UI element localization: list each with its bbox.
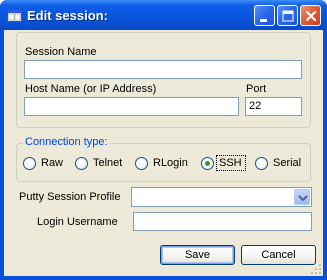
maximize-icon bbox=[282, 10, 294, 22]
radio-serial-label[interactable]: Serial bbox=[273, 157, 301, 169]
radio-rlogin-label[interactable]: RLogin bbox=[153, 157, 188, 169]
port-label: Port bbox=[246, 83, 267, 95]
dropdown-button[interactable] bbox=[294, 189, 310, 205]
radio-ssh[interactable] bbox=[201, 157, 214, 170]
window-title: Edit session: bbox=[27, 8, 108, 23]
username-label: Login Username bbox=[37, 216, 118, 228]
radio-ssh-label[interactable]: SSH bbox=[219, 157, 242, 169]
save-button[interactable]: Save bbox=[160, 245, 235, 265]
radio-checked-dot bbox=[205, 161, 210, 166]
radio-telnet[interactable] bbox=[75, 157, 88, 170]
dialog-body: Session Name Host Name (or IP Address) P… bbox=[4, 30, 323, 276]
radio-serial[interactable] bbox=[255, 157, 268, 170]
host-name-label: Host Name (or IP Address) bbox=[25, 83, 157, 95]
radio-rlogin[interactable] bbox=[135, 157, 148, 170]
username-input[interactable] bbox=[133, 212, 312, 231]
connection-type-label: Connection type: bbox=[23, 136, 110, 148]
profile-label: Putty Session Profile bbox=[19, 191, 121, 203]
close-icon bbox=[305, 10, 317, 22]
session-name-label: Session Name bbox=[25, 46, 97, 58]
close-button[interactable] bbox=[300, 5, 321, 26]
cancel-button[interactable]: Cancel bbox=[241, 245, 316, 265]
radio-raw[interactable] bbox=[23, 157, 36, 170]
minimize-button[interactable] bbox=[254, 5, 275, 26]
chevron-down-icon bbox=[298, 195, 308, 202]
radio-raw-label[interactable]: Raw bbox=[41, 157, 63, 169]
maximize-button[interactable] bbox=[277, 5, 298, 26]
dialog-window: Edit session: Session Name Host Name (or… bbox=[0, 0, 327, 280]
minimize-icon bbox=[260, 19, 267, 22]
title-bar[interactable]: Edit session: bbox=[0, 0, 327, 30]
resize-grip-icon[interactable] bbox=[310, 263, 322, 275]
session-name-input[interactable] bbox=[24, 60, 302, 79]
profile-select[interactable] bbox=[131, 187, 312, 207]
radio-telnet-label[interactable]: Telnet bbox=[93, 157, 122, 169]
host-name-input[interactable] bbox=[24, 97, 239, 116]
port-input[interactable]: 22 bbox=[245, 97, 302, 116]
app-window-icon bbox=[7, 8, 22, 23]
